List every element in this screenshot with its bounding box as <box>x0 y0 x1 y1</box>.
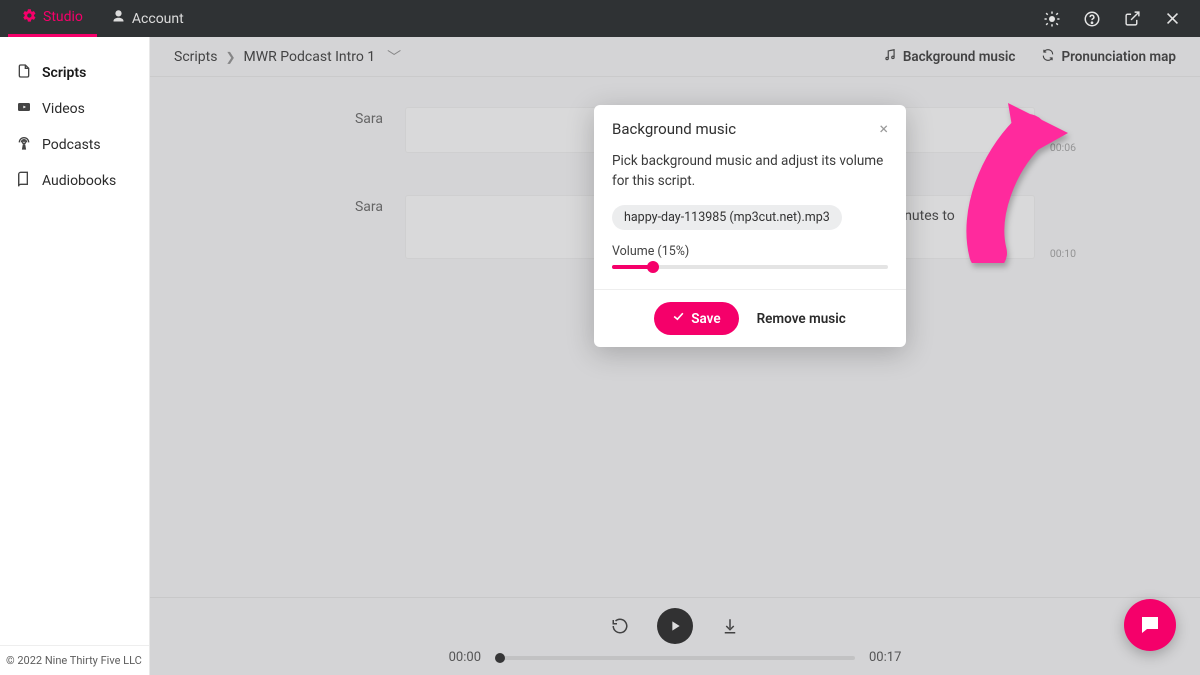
sidebar-item-podcasts[interactable]: Podcasts <box>0 127 149 163</box>
chat-button[interactable] <box>1124 599 1176 651</box>
tab-studio[interactable]: Studio <box>8 0 97 37</box>
save-button[interactable]: Save <box>654 302 738 335</box>
modal-title: Background music <box>612 120 736 138</box>
sidebar-item-audiobooks[interactable]: Audiobooks <box>0 163 149 199</box>
file-chip[interactable]: happy-day-113985 (mp3cut.net).mp3 <box>612 205 842 230</box>
tab-account[interactable]: Account <box>97 0 198 37</box>
close-icon[interactable]: × <box>879 119 888 138</box>
close-icon[interactable] <box>1152 0 1192 37</box>
podcast-icon <box>16 135 32 155</box>
help-icon[interactable] <box>1072 0 1112 37</box>
sidebar-item-label: Audiobooks <box>42 173 116 189</box>
theme-toggle-icon[interactable] <box>1032 0 1072 37</box>
tab-account-label: Account <box>132 11 184 27</box>
sidebar-item-label: Scripts <box>42 65 86 81</box>
background-music-modal: Background music × Pick background music… <box>594 105 906 347</box>
open-external-icon[interactable] <box>1112 0 1152 37</box>
modal-description: Pick background music and adjust its vol… <box>612 152 888 191</box>
person-icon <box>111 9 126 28</box>
tab-studio-label: Studio <box>43 9 83 25</box>
document-icon <box>16 63 32 83</box>
sidebar-footer: © 2022 Nine Thirty Five LLC <box>0 645 149 675</box>
sidebar-item-videos[interactable]: Videos <box>0 91 149 127</box>
top-bar: Studio Account <box>0 0 1200 37</box>
video-icon <box>16 99 32 119</box>
check-icon <box>672 310 685 327</box>
book-icon <box>16 171 32 191</box>
sidebar-item-scripts[interactable]: Scripts <box>0 55 149 91</box>
remove-music-button[interactable]: Remove music <box>757 311 846 327</box>
slider-thumb[interactable] <box>647 261 659 273</box>
gear-icon <box>22 8 37 27</box>
sidebar-item-label: Podcasts <box>42 137 101 153</box>
volume-slider[interactable] <box>612 265 888 269</box>
sidebar: Scripts Videos Podcasts Audiobooks © 202… <box>0 37 150 675</box>
sidebar-item-label: Videos <box>42 101 85 117</box>
volume-label: Volume (15%) <box>612 244 888 259</box>
